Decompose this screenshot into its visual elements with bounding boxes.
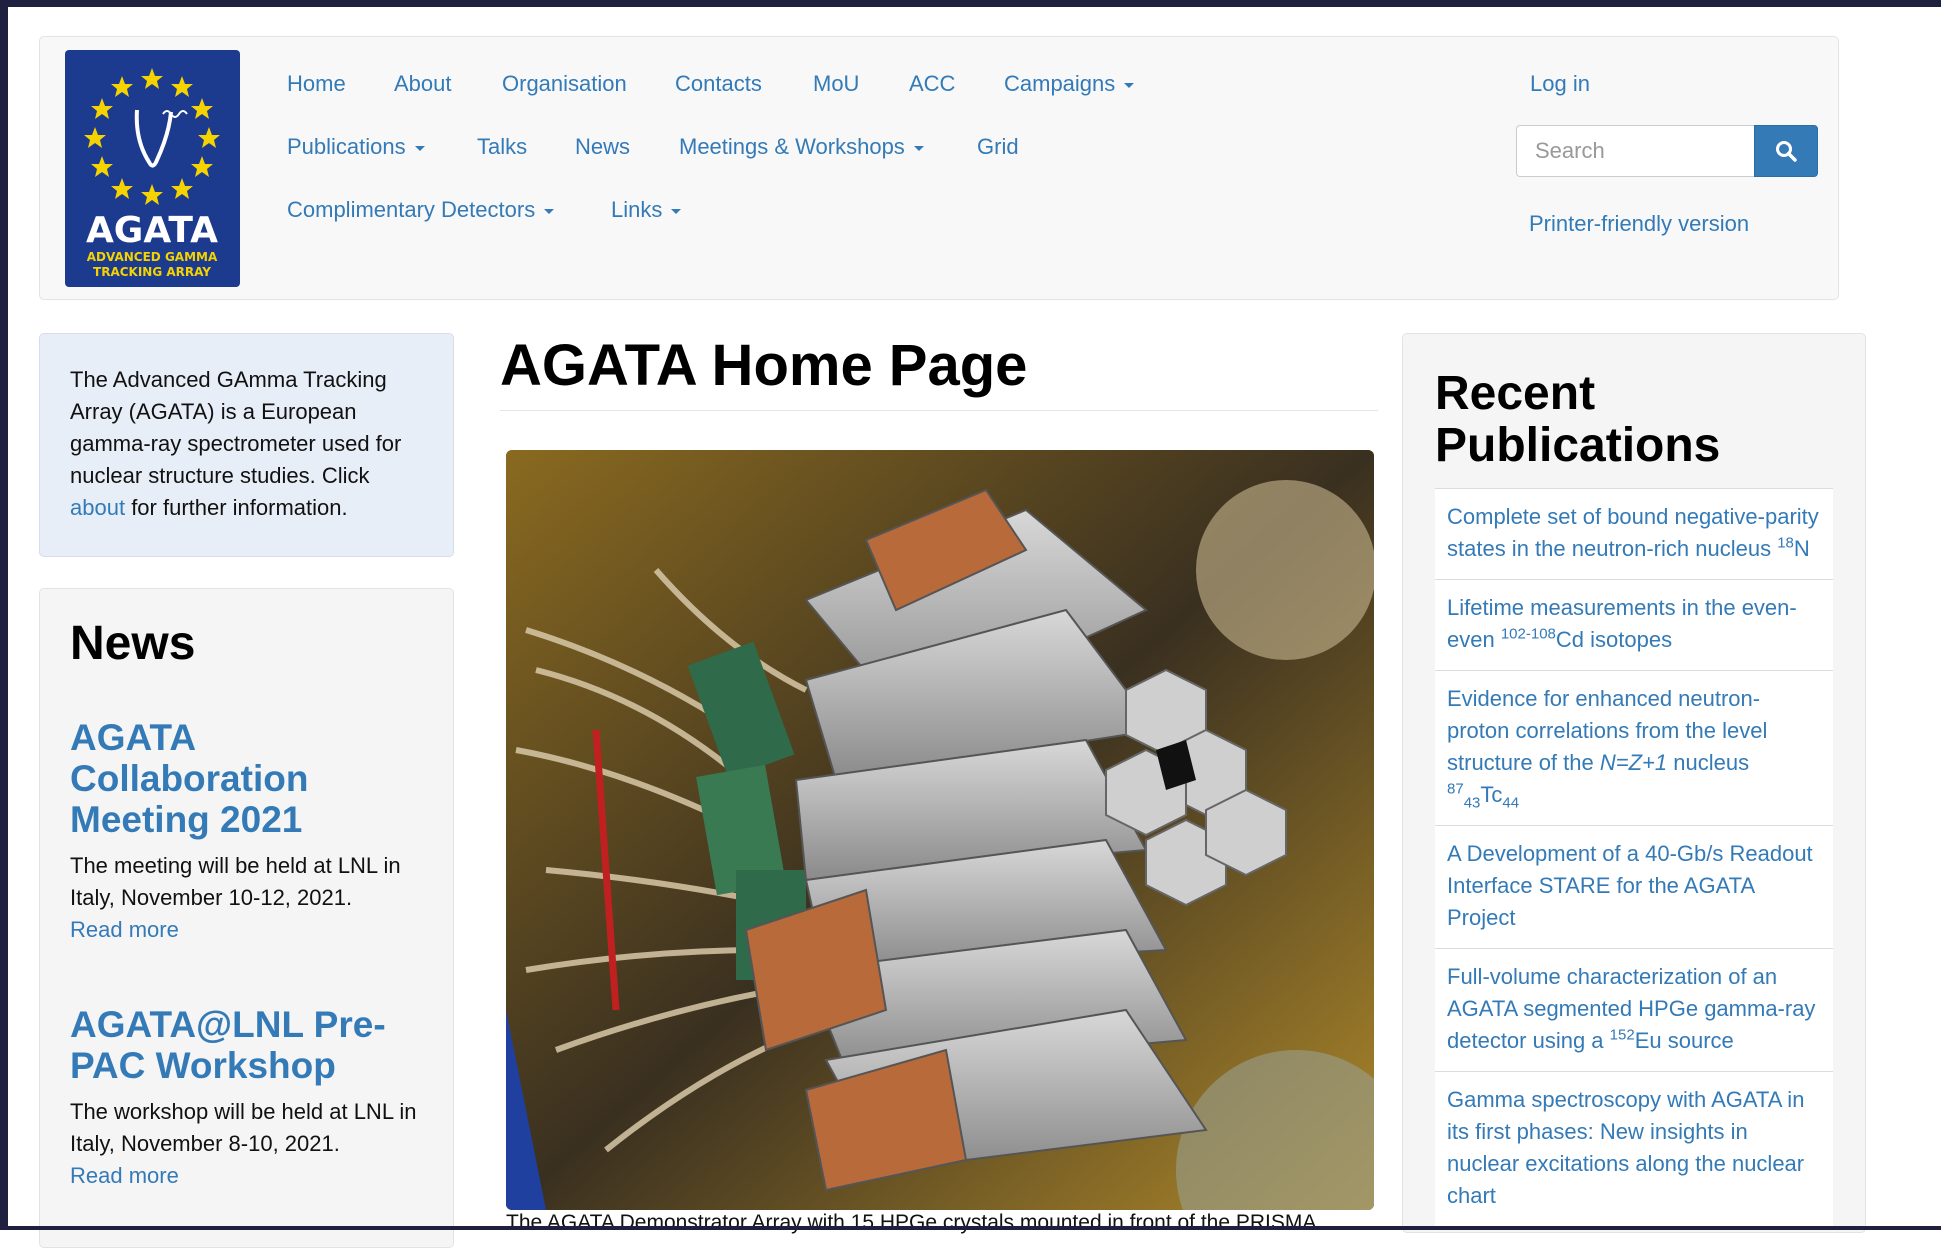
news-item: AGATA Collaboration Meeting 2021 The mee… (70, 717, 423, 946)
nav-campaigns-label: Campaigns (1004, 71, 1116, 96)
news-item-text: The workshop will be held at LNL in Ital… (70, 1099, 417, 1156)
nav-home[interactable]: Home (287, 71, 346, 97)
nav-campaigns[interactable]: Campaigns (1004, 71, 1135, 97)
publication-link[interactable]: Lifetime measurements in the even-even 1… (1447, 595, 1797, 652)
publication-link[interactable]: Complete set of bound negative-parity st… (1447, 504, 1819, 561)
about-link[interactable]: about (70, 495, 125, 520)
publication-item: Evidence for enhanced neutron-proton cor… (1435, 671, 1833, 826)
caret-down-icon (1124, 82, 1135, 88)
news-item-body: The workshop will be held at LNL in Ital… (70, 1096, 423, 1192)
publication-item: Complete set of bound negative-parity st… (1435, 489, 1833, 580)
nav-organisation[interactable]: Organisation (502, 71, 627, 97)
nav-complimentary-detectors[interactable]: Complimentary Detectors (287, 197, 555, 223)
nav-meetings-label: Meetings & Workshops (679, 134, 905, 159)
nav-acc[interactable]: ACC (909, 71, 955, 97)
news-item-body: The meeting will be held at LNL in Italy… (70, 850, 423, 946)
svg-text:AGATA: AGATA (86, 210, 218, 251)
photo-caption: The AGATA Demonstrator Array with 15 HPG… (506, 1211, 1317, 1234)
news-item-text: The meeting will be held at LNL in Italy… (70, 853, 401, 910)
publications-heading: Recent Publications (1435, 367, 1721, 472)
star-ring-icon (84, 68, 220, 205)
news-panel: News AGATA Collaboration Meeting 2021 Th… (39, 588, 454, 1248)
publication-item: Gamma spectroscopy with AGATA in its fir… (1435, 1072, 1833, 1227)
publication-item: A Development of a 40-Gb/s Readout Inter… (1435, 826, 1833, 949)
publication-item: Lifetime measurements in the even-even 1… (1435, 580, 1833, 671)
publication-item: Full-volume characterization of an AGATA… (1435, 949, 1833, 1072)
nav-talks[interactable]: Talks (477, 134, 527, 160)
caret-down-icon (671, 208, 682, 214)
intro-text: The Advanced GAmma Tracking Array (AGATA… (70, 367, 402, 488)
nav-grid[interactable]: Grid (977, 134, 1019, 160)
news-item: AGATA@LNL Pre-PAC Workshop The workshop … (70, 1004, 423, 1192)
nav-complimentary-label: Complimentary Detectors (287, 197, 536, 222)
nav-news[interactable]: News (575, 134, 630, 160)
nav-mou[interactable]: MoU (813, 71, 859, 97)
nav-publications[interactable]: Publications (287, 134, 425, 160)
nav-publications-label: Publications (287, 134, 406, 159)
window-frame-left (0, 0, 8, 1230)
search-input[interactable] (1516, 125, 1754, 177)
agata-logo[interactable]: AGATA ADVANCED GAMMA TRACKING ARRAY (65, 50, 240, 287)
title-divider (500, 410, 1378, 411)
nav-contacts[interactable]: Contacts (675, 71, 762, 97)
svg-text:ADVANCED GAMMA: ADVANCED GAMMA (87, 250, 218, 264)
publication-link[interactable]: Full-volume characterization of an AGATA… (1447, 964, 1815, 1053)
nav-links[interactable]: Links (611, 197, 682, 223)
publication-link[interactable]: Gamma spectroscopy with AGATA in its fir… (1447, 1087, 1804, 1208)
window-frame-bottom (0, 1226, 1941, 1230)
read-more-link[interactable]: Read more (70, 917, 179, 942)
window-frame-top (0, 0, 1941, 7)
news-heading: News (70, 617, 196, 670)
intro-box: The Advanced GAmma Tracking Array (AGATA… (39, 333, 454, 557)
agata-array-photo (506, 450, 1374, 1210)
news-item-title[interactable]: AGATA@LNL Pre-PAC Workshop (70, 1004, 423, 1086)
news-item-title[interactable]: AGATA Collaboration Meeting 2021 (70, 717, 423, 840)
caret-down-icon (414, 145, 425, 151)
recent-publications-panel: Recent Publications Complete set of boun… (1402, 333, 1866, 1233)
nav-meetings-workshops[interactable]: Meetings & Workshops (679, 134, 924, 160)
printer-friendly-link[interactable]: Printer-friendly version (1529, 211, 1749, 237)
caret-down-icon (544, 208, 555, 214)
nav-about[interactable]: About (394, 71, 452, 97)
svg-text:TRACKING ARRAY: TRACKING ARRAY (93, 265, 211, 279)
intro-text-after: for further information. (131, 495, 348, 520)
nav-links-label: Links (611, 197, 663, 222)
publication-list: Complete set of bound negative-parity st… (1435, 488, 1833, 1227)
publication-link[interactable]: Evidence for enhanced neutron-proton cor… (1447, 686, 1767, 810)
publication-link[interactable]: A Development of a 40-Gb/s Readout Inter… (1447, 841, 1813, 930)
caret-down-icon (913, 145, 924, 151)
site-header: AGATA ADVANCED GAMMA TRACKING ARRAY Home… (39, 36, 1839, 300)
search-button[interactable] (1754, 125, 1818, 177)
read-more-link[interactable]: Read more (70, 1163, 179, 1188)
search-icon (1776, 141, 1797, 162)
login-link[interactable]: Log in (1530, 71, 1590, 97)
gamma-symbol-icon (134, 109, 173, 168)
page-title: AGATA Home Page (500, 333, 1028, 398)
